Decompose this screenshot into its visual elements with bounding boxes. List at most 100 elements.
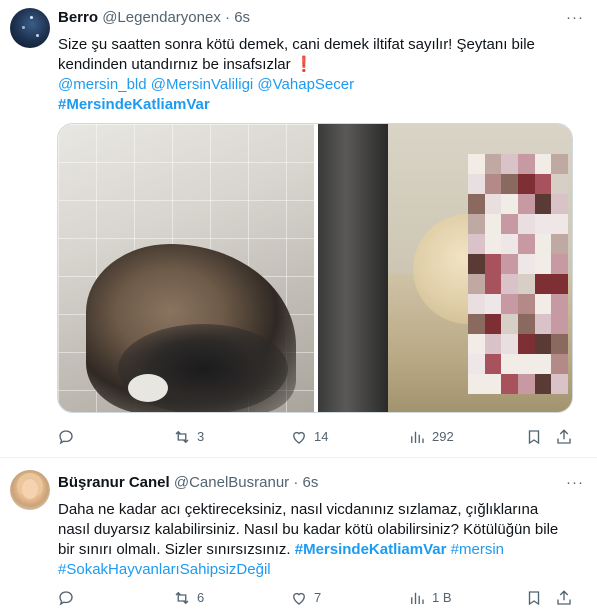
pixel-block [468, 334, 485, 354]
pixel-block [534, 334, 552, 354]
pixel-block [501, 354, 518, 374]
pixel-block [551, 174, 568, 194]
exclamation-emoji: ❗ [294, 56, 314, 73]
pixel-block [501, 374, 518, 394]
user-handle[interactable]: @Legendaryonex [102, 9, 221, 26]
mention-link[interactable]: @mersin_bld [58, 76, 147, 93]
bookmark-button[interactable] [525, 588, 543, 608]
pixel-block [501, 294, 518, 314]
pixel-block [501, 254, 518, 274]
pixel-block [484, 314, 502, 334]
pixel-block [551, 254, 568, 274]
hashtag-link[interactable]: #MersindeKatliamVar [295, 541, 447, 558]
pixel-block [501, 234, 518, 254]
hashtag-link[interactable]: #mersin [451, 541, 504, 558]
bookmark-icon [528, 591, 540, 606]
tweet[interactable]: Berro @Legendaryonex · 6s ··· Size şu sa… [0, 0, 597, 458]
share-button[interactable] [555, 588, 573, 608]
bookmark-button[interactable] [525, 427, 543, 447]
more-options-icon[interactable]: ··· [565, 8, 585, 28]
like-button[interactable]: 14 [290, 427, 328, 447]
pixel-block [534, 354, 552, 374]
retweet-button[interactable]: 6 [173, 588, 204, 608]
share-icon [557, 590, 571, 605]
hashtag-link[interactable]: #SokakHayvanlarıSahipsizDeğil [58, 561, 271, 578]
pixel-block [517, 294, 535, 314]
pixel-block [517, 354, 535, 374]
views-icon [411, 592, 424, 604]
pixel-block [484, 234, 502, 254]
timestamp[interactable]: 6s [303, 474, 319, 491]
tweet-photo-right[interactable] [318, 124, 572, 412]
pixel-block [534, 274, 552, 294]
pixelated-area [468, 154, 568, 394]
tweet[interactable]: Büşranur Canel @CanelBusranur · 6s ··· D… [0, 459, 597, 613]
views-button[interactable]: 1 B [408, 588, 452, 608]
pixel-block [468, 214, 485, 234]
tweet-photo-left[interactable] [58, 124, 314, 412]
pixel-block [484, 274, 502, 294]
pixel-block [468, 374, 485, 394]
timestamp[interactable]: 6s [234, 9, 250, 26]
display-name[interactable]: Berro [58, 9, 98, 26]
text-line: kendinden utandırnız be insafsızlar ❗ [58, 55, 578, 75]
pixel-block [484, 194, 502, 214]
share-button[interactable] [555, 427, 573, 447]
pixel-block [468, 234, 485, 254]
pixel-block [517, 214, 535, 234]
mention-link[interactable]: @MersinValiligi [151, 76, 253, 93]
pixel-block [551, 274, 568, 294]
pixel-block [534, 154, 552, 174]
mentions-line: @mersin_bld @MersinValiligi @VahapSecer [58, 75, 578, 95]
pixel-block [468, 194, 485, 214]
view-count: 292 [432, 429, 454, 444]
bookmark-icon [528, 430, 540, 445]
avatar-face [22, 479, 38, 499]
pixel-block [551, 234, 568, 254]
pixel-block [468, 314, 485, 334]
reply-icon [59, 430, 73, 445]
views-button[interactable]: 292 [408, 427, 454, 447]
pixel-block [551, 194, 568, 214]
views-icon [411, 431, 424, 443]
pixel-block [484, 374, 502, 394]
pixel-block [517, 374, 535, 394]
pixel-block [501, 154, 518, 174]
door [318, 124, 388, 412]
reply-button[interactable] [57, 427, 81, 447]
pixel-block [534, 234, 552, 254]
avatar[interactable] [10, 8, 50, 48]
reply-button[interactable] [57, 588, 81, 608]
pixel-block [551, 214, 568, 234]
pixel-block [468, 154, 485, 174]
tweet-header: Berro @Legendaryonex · 6s [58, 9, 250, 26]
pixel-block [551, 374, 568, 394]
media-grid [57, 123, 573, 413]
pixel-block [517, 334, 535, 354]
pixel-block [517, 174, 535, 194]
action-bar: 6 7 1 B [57, 588, 577, 608]
hashtag-link[interactable]: #MersindeKatliamVar [58, 96, 210, 113]
text-segment: bir sınırı olmalı. Sizler sınırsızsınız. [58, 541, 291, 558]
text-line: Daha ne kadar acı çektireceksiniz, nasıl… [58, 501, 539, 518]
user-handle[interactable]: @CanelBusranur [174, 474, 289, 491]
display-name[interactable]: Büşranur Canel [58, 474, 170, 491]
pixel-block [484, 334, 502, 354]
mention-link[interactable]: @VahapSecer [257, 76, 354, 93]
view-count: 1 B [432, 590, 452, 605]
pixel-block [551, 294, 568, 314]
more-options-icon[interactable]: ··· [565, 473, 585, 493]
like-button[interactable]: 7 [290, 588, 321, 608]
pixel-block [501, 174, 518, 194]
pixel-block [534, 314, 552, 334]
pixel-block [517, 274, 535, 294]
pixel-block [468, 254, 485, 274]
retweet-button[interactable]: 3 [173, 427, 204, 447]
pixel-block [534, 214, 552, 234]
retweet-icon [175, 430, 189, 444]
reply-icon [59, 591, 73, 606]
pixel-block [534, 174, 552, 194]
avatar[interactable] [10, 470, 50, 510]
pixel-block [534, 374, 552, 394]
pixel-block [551, 354, 568, 374]
